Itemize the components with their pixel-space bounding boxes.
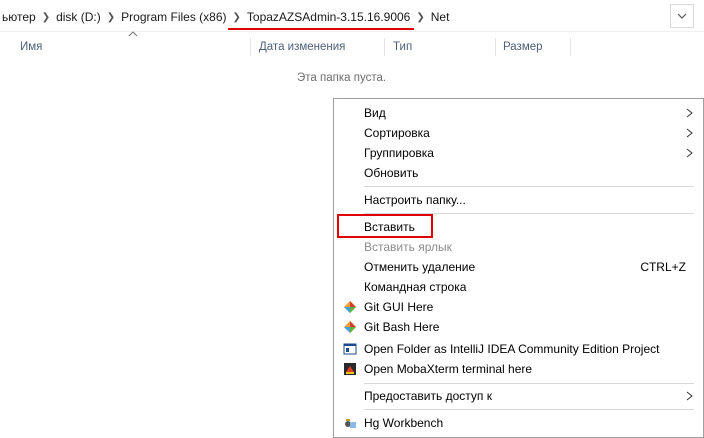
menu-item-label: Отменить удаление [364, 260, 476, 274]
menu-item-view[interactable]: Вид [334, 103, 703, 123]
hg-workbench-icon [345, 419, 356, 428]
breadcrumb-item-computer[interactable]: ьютер [2, 10, 36, 24]
column-size[interactable]: Размер [503, 36, 543, 58]
breadcrumb-chevron-icon[interactable]: ❯ [107, 12, 115, 23]
column-divider[interactable] [495, 38, 496, 56]
shortcut-label: CTRL+Z [640, 260, 686, 274]
menu-item-hg-workbench[interactable]: Hg Workbench [334, 413, 703, 433]
menu-item-label: Обновить [364, 166, 419, 180]
menu-item-label: Git GUI Here [364, 300, 434, 314]
menu-item-label: Вставить ярлык [364, 240, 452, 254]
column-header-row: Имя Дата изменения Тип Размер [0, 36, 704, 58]
menu-item-label: Open Folder as IntelliJ IDEA Community E… [364, 342, 660, 356]
breadcrumb-item-topaz[interactable]: TopazAZSAdmin-3.15.16.9006 [247, 10, 410, 24]
chevron-right-icon [686, 128, 693, 138]
menu-item-sort[interactable]: Сортировка [334, 123, 703, 143]
breadcrumb: ьютер ❯ disk (D:) ❯ Program Files (x86) … [2, 9, 449, 25]
menu-item-customize-folder[interactable]: Настроить папку... [334, 190, 703, 210]
column-date[interactable]: Дата изменения [259, 36, 345, 58]
breadcrumb-chevron-icon[interactable]: ❯ [42, 12, 50, 23]
git-diamond-icon [344, 321, 356, 333]
menu-separator [364, 186, 694, 187]
menu-item-paste-shortcut: Вставить ярлык [334, 237, 703, 257]
chevron-down-icon [677, 13, 687, 19]
address-bar[interactable]: ьютер ❯ disk (D:) ❯ Program Files (x86) … [0, 0, 704, 32]
menu-item-group[interactable]: Группировка [334, 143, 703, 163]
menu-separator [364, 409, 694, 410]
menu-item-share[interactable]: Предоставить доступ к [334, 386, 703, 406]
menu-item-label: Сортировка [364, 126, 430, 140]
git-diamond-icon [344, 301, 356, 313]
empty-folder-message: Эта папка пуста. [297, 72, 387, 84]
column-divider[interactable] [250, 38, 251, 56]
chevron-right-icon [686, 148, 693, 158]
column-type[interactable]: Тип [393, 36, 412, 58]
chevron-right-icon [686, 108, 693, 118]
menu-item-label: Hg Workbench [364, 416, 444, 430]
chevron-right-icon [686, 391, 693, 401]
breadcrumb-item-disk[interactable]: disk (D:) [56, 10, 101, 24]
menu-item-label: Git Bash Here [364, 320, 440, 334]
menu-separator [364, 383, 694, 384]
address-dropdown-button[interactable] [670, 4, 694, 28]
column-divider[interactable] [384, 38, 385, 56]
menu-item-label: Командная строка [364, 280, 467, 294]
menu-item-label: Настроить папку... [364, 193, 466, 207]
menu-item-label: Группировка [364, 146, 434, 160]
breadcrumb-chevron-icon[interactable]: ❯ [416, 12, 424, 23]
menu-item-git-bash[interactable]: Git Bash Here [334, 317, 703, 337]
breadcrumb-item-net[interactable]: Net [431, 10, 450, 24]
breadcrumb-chevron-icon[interactable]: ❯ [233, 12, 241, 23]
red-underline-annotation [228, 28, 414, 30]
menu-item-label: Open MobaXterm terminal here [364, 362, 533, 376]
menu-item-git-gui[interactable]: Git GUI Here [334, 297, 703, 317]
column-divider[interactable] [570, 38, 571, 56]
mobaxterm-icon [344, 363, 356, 375]
menu-item-refresh[interactable]: Обновить [334, 163, 703, 183]
context-menu: Вид Сортировка Группировка Обновить Наст… [333, 98, 704, 438]
menu-item-mobaxterm[interactable]: Open MobaXterm terminal here [334, 359, 703, 379]
menu-item-label: Предоставить доступ к [364, 389, 492, 403]
menu-item-label: Вид [364, 106, 386, 120]
red-box-annotation [337, 214, 433, 238]
intellij-window-icon [343, 343, 357, 355]
menu-item-intellij[interactable]: Open Folder as IntelliJ IDEA Community E… [334, 339, 703, 359]
column-name[interactable]: Имя [20, 36, 42, 58]
menu-item-command-prompt[interactable]: Командная строка [334, 277, 703, 297]
breadcrumb-item-program-files[interactable]: Program Files (x86) [121, 10, 226, 24]
menu-item-undo-delete[interactable]: Отменить удаление CTRL+Z [334, 257, 703, 277]
